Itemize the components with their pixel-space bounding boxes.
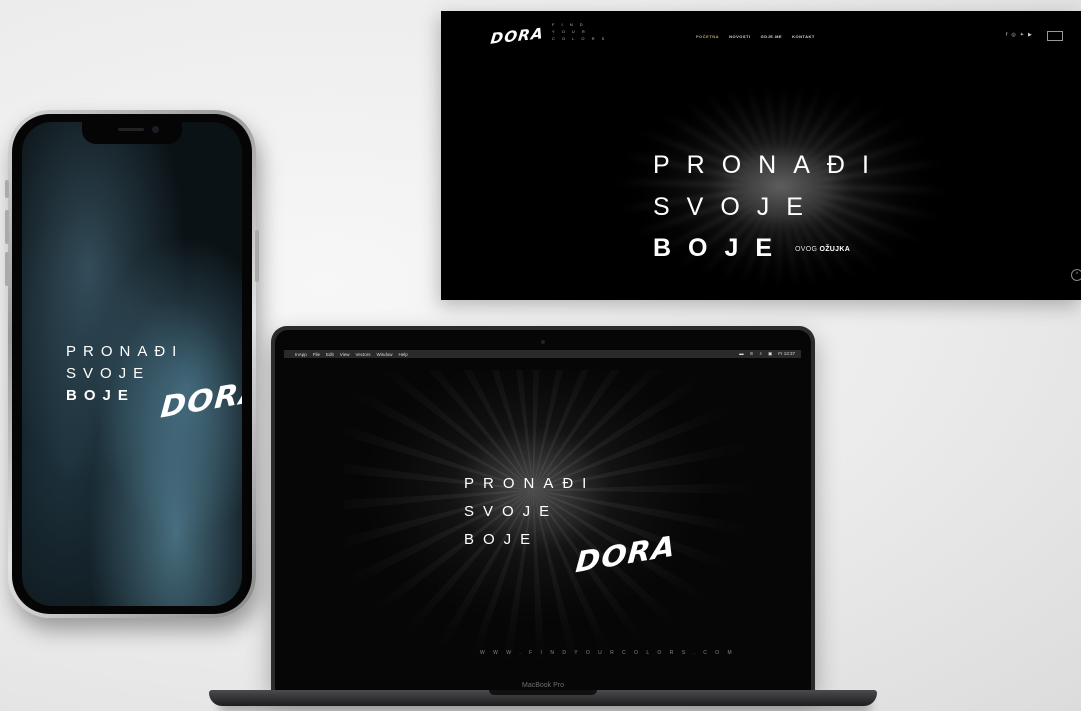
menu-app-name[interactable]: InApp [295,352,307,357]
menu-edit[interactable]: Edit [326,352,334,357]
social-icons: f ◎ ✦ ▶ [1006,32,1032,38]
phone-screen: PRONAĐI SVOJE BOJE DORA [22,122,242,606]
nav-item-pocetna[interactable]: POČETNA [696,34,719,39]
phone-side-button [5,180,9,198]
nav-item-gdje-me[interactable]: GDJE.ME [761,34,783,39]
laptop-hero-text: PRONAĐI SVOJE BOJE [464,470,595,554]
menu-vectors[interactable]: Vectors [355,352,370,357]
tagline-line-1: F I N D [552,22,586,27]
website-logo[interactable]: DORA [490,24,545,47]
menu-icon[interactable] [1047,31,1063,41]
laptop-screen: InApp File Edit View Vectors Window Help… [284,350,801,678]
laptop-lid: InApp File Edit View Vectors Window Help… [271,326,815,690]
laptop-line-2: SVOJE [464,503,559,520]
tagline-line-2: Y O U R [552,29,588,34]
wifi-icon[interactable]: ≋ [750,351,754,357]
phone-line-1: PRONAĐI [66,343,184,360]
mac-menubar: InApp File Edit View Vectors Window Help… [284,350,801,358]
instagram-icon[interactable]: ◎ [1011,32,1015,38]
menu-help[interactable]: Help [399,352,408,357]
twitter-icon[interactable]: ✦ [1020,32,1024,38]
hero-date-month: OŽUJKA [819,246,851,253]
macbook-label: MacBook Pro [521,682,565,689]
speaker-icon [118,128,144,131]
phone-line-2: SVOJE [66,365,151,382]
menubar-left: InApp File Edit View Vectors Window Help [289,352,408,357]
phone-power-button [255,230,259,282]
phone-notch [82,122,182,144]
tagline-line-3: C O L O R S [552,36,608,41]
menu-window[interactable]: Window [377,352,393,357]
hero-line-1: PRONAĐI [653,151,886,179]
search-icon[interactable]: ⌕ [759,351,762,357]
phone-volume-up [5,210,9,244]
hero-line-2: SVOJE [653,193,820,221]
hero-date: OVOG OŽUJKA [795,246,850,253]
webcam-icon [541,340,545,344]
website-hero: PRONAĐI SVOJE BOJE OVOG OŽUJKA [653,144,886,268]
laptop-url[interactable]: W W W . F I N D Y O U R C O L O R S . C … [480,650,735,656]
menubar-clock[interactable]: Fr 13:37 [778,351,795,357]
menubar-right: ▬ ≋ ⌕ ▣ Fr 13:37 [739,351,795,357]
nav-item-novosti[interactable]: NOVOSTI [729,34,751,39]
website-nav: POČETNA NOVOSTI GDJE.ME KONTAKT [696,34,815,39]
facebook-icon[interactable]: f [1006,32,1007,38]
menu-view[interactable]: View [340,352,350,357]
scroll-up-icon[interactable]: ^ [1071,269,1081,281]
youtube-icon[interactable]: ▶ [1028,32,1032,38]
website-tagline: F I N D Y O U R C O L O R S [552,21,607,42]
laptop-line-1: PRONAĐI [464,475,596,492]
website-desktop-preview: DORA F I N D Y O U R C O L O R S POČETNA… [441,11,1081,300]
hero-line-3: BOJE [653,234,790,262]
nav-item-kontakt[interactable]: KONTAKT [792,34,815,39]
phone-volume-down [5,252,9,286]
camera-icon [152,126,159,133]
laptop-base [209,690,877,706]
hero-date-prefix: OVOG [795,246,818,253]
laptop-opening-notch [489,690,597,695]
menu-file[interactable]: File [313,352,320,357]
battery-icon[interactable]: ▬ [739,351,744,357]
phone-device: PRONAĐI SVOJE BOJE DORA [5,110,259,618]
control-center-icon[interactable]: ▣ [768,351,772,357]
